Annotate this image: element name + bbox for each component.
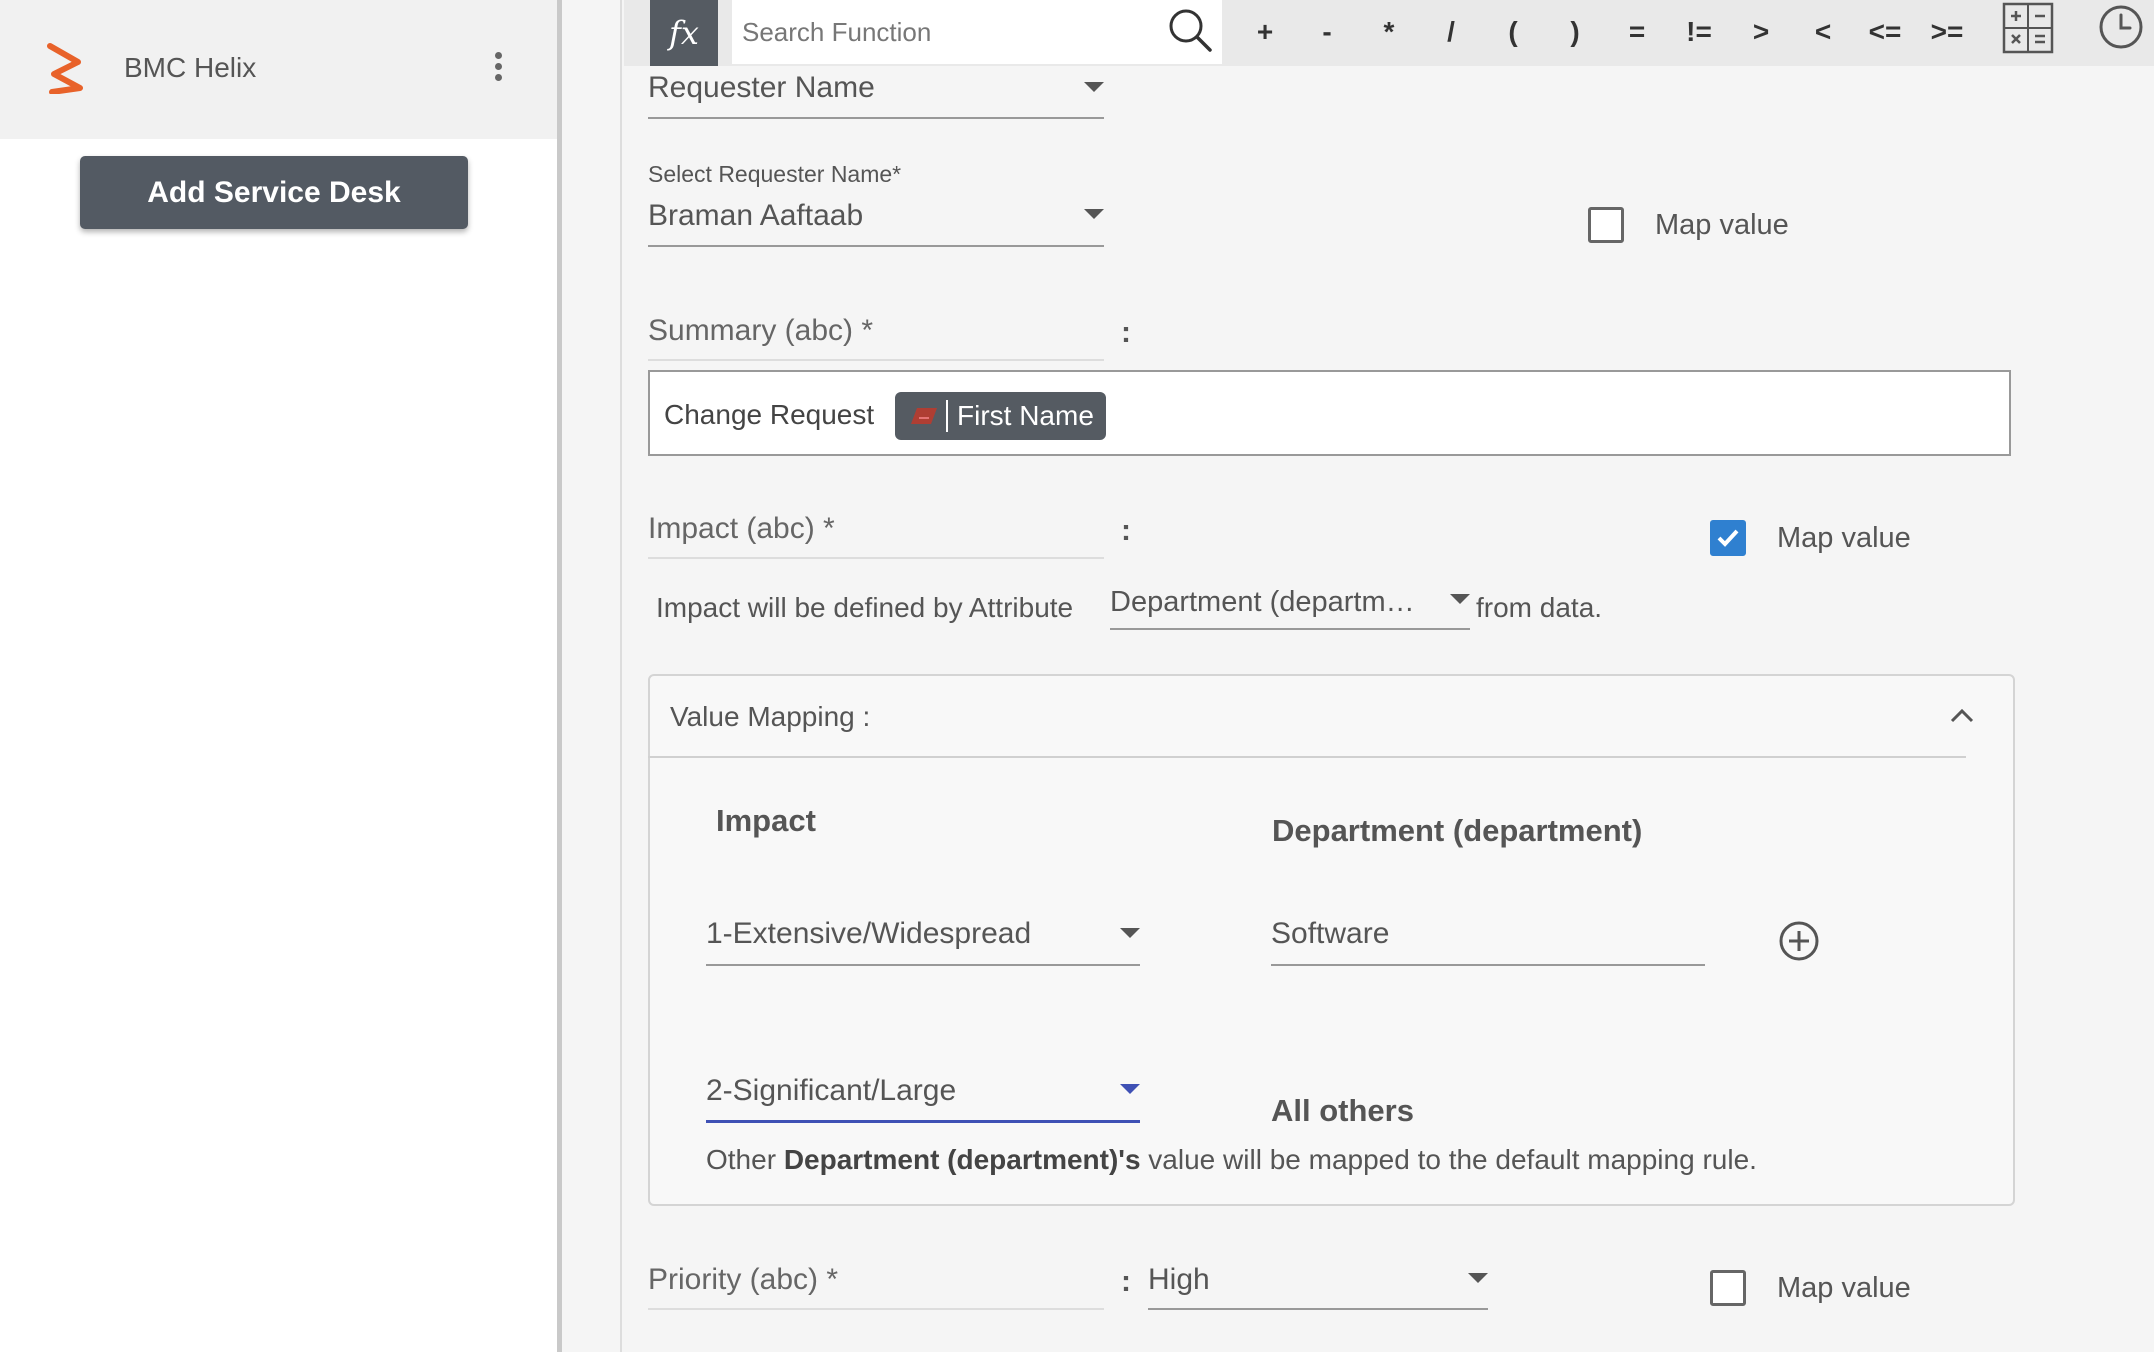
attribute-tag-icon [911, 408, 937, 424]
requester-name-underline [648, 117, 1104, 119]
operator-greater-equal-button[interactable]: >= [1922, 12, 1972, 52]
select-requester-label: Select Requester Name* [648, 161, 902, 187]
requester-map-value-label: Map value [1655, 209, 1789, 241]
requester-name-dropdown-value[interactable]: Requester Name [648, 70, 875, 106]
mapping-row-1-department-underline [1271, 964, 1705, 966]
default-mapping-note: Other Department (department)'s value wi… [706, 1142, 1757, 1178]
operator-divide-button[interactable]: / [1426, 12, 1476, 52]
impact-colon: : [1121, 514, 1131, 547]
operator-open-paren-button[interactable]: ( [1488, 12, 1538, 52]
requester-name-dropdown-caret-icon[interactable] [1084, 82, 1104, 92]
value-mapping-divider [648, 756, 1966, 758]
impact-attribute-dropdown-value[interactable]: Department (departm… [1110, 584, 1415, 620]
select-requester-caret-icon[interactable] [1084, 209, 1104, 219]
operator-plus-button[interactable]: + [1240, 12, 1290, 52]
impact-label: Impact (abc) * [648, 512, 835, 545]
priority-colon: : [1121, 1265, 1131, 1298]
mapping-row-2-impact-underline-focused [706, 1120, 1140, 1123]
summary-label: Summary (abc) * [648, 314, 874, 347]
summary-static-text[interactable]: Change Request [664, 398, 874, 432]
requester-map-value-checkbox[interactable] [1588, 207, 1624, 243]
priority-map-value-label: Map value [1777, 1272, 1911, 1304]
chip-separator [946, 400, 948, 432]
operator-not-equals-button[interactable]: != [1674, 12, 1724, 52]
department-column-header: Department (department) [1272, 813, 1643, 848]
operator-minus-button[interactable]: - [1302, 12, 1352, 52]
operator-less-equal-button[interactable]: <= [1860, 12, 1910, 52]
note-suffix: value will be mapped to the default mapp… [1140, 1144, 1757, 1175]
select-requester-underline [648, 245, 1104, 247]
bmc-logo-icon [47, 43, 83, 94]
operator-equals-button[interactable]: = [1612, 12, 1662, 52]
priority-dropdown-caret-icon[interactable] [1468, 1273, 1488, 1283]
mapping-row-1-impact-dropdown[interactable]: 1-Extensive/Widespread [706, 916, 1031, 952]
content-gutter [562, 0, 622, 1352]
mapping-row-2-caret-icon[interactable] [1120, 1084, 1140, 1094]
operator-less-button[interactable]: < [1798, 12, 1848, 52]
calculator-icon[interactable] [2002, 2, 2054, 54]
chip-label: First Name [957, 400, 1094, 431]
priority-dropdown-underline [1148, 1308, 1488, 1310]
priority-dropdown-value[interactable]: High [1148, 1262, 1210, 1298]
impact-attribute-underline [1110, 628, 1470, 630]
impact-attribute-sentence: Impact will be defined by Attribute [656, 592, 1074, 623]
operator-multiply-button[interactable]: * [1364, 12, 1414, 52]
impact-map-value-label: Map value [1777, 522, 1911, 554]
mapping-row-1-impact-underline [706, 964, 1140, 966]
chevron-up-icon[interactable] [1946, 700, 1978, 732]
mapping-row-2-department-all-others: All others [1271, 1093, 1414, 1128]
summary-colon: : [1121, 316, 1131, 349]
operator-greater-button[interactable]: > [1736, 12, 1786, 52]
history-clock-icon[interactable] [2098, 4, 2144, 50]
mapping-row-1-caret-icon[interactable] [1120, 928, 1140, 938]
brand-name: BMC Helix [124, 52, 257, 83]
impact-map-value-checkbox[interactable] [1710, 520, 1746, 556]
search-function-input[interactable] [742, 10, 1162, 54]
mapping-row-1-department-input[interactable]: Software [1271, 916, 1389, 952]
summary-label-underline [648, 359, 1104, 361]
add-service-desk-button[interactable]: Add Service Desk [80, 156, 468, 229]
first-name-attribute-chip[interactable]: First Name [895, 392, 1106, 440]
more-options-icon[interactable] [486, 52, 510, 86]
note-prefix: Other [706, 1144, 784, 1175]
priority-label: Priority (abc) * [648, 1263, 839, 1296]
function-button[interactable]: fx [650, 0, 718, 66]
note-bold-attribute: Department (department)'s [783, 1144, 1141, 1175]
select-requester-dropdown-value[interactable]: Braman Aaftaab [648, 198, 863, 234]
value-mapping-title[interactable]: Value Mapping : [670, 700, 870, 734]
priority-map-value-checkbox[interactable] [1710, 1270, 1746, 1306]
mapping-row-2-impact-dropdown[interactable]: 2-Significant/Large [706, 1073, 956, 1109]
impact-label-underline [648, 557, 1104, 559]
search-icon[interactable] [1166, 6, 1214, 54]
impact-column-header: Impact [716, 803, 816, 838]
impact-attribute-caret-icon[interactable] [1450, 594, 1470, 604]
impact-sentence-end: from data. [1476, 592, 1603, 623]
add-circle-icon[interactable] [1778, 920, 1820, 962]
operator-close-paren-button[interactable]: ) [1550, 12, 1600, 52]
priority-label-underline [648, 1308, 1104, 1310]
